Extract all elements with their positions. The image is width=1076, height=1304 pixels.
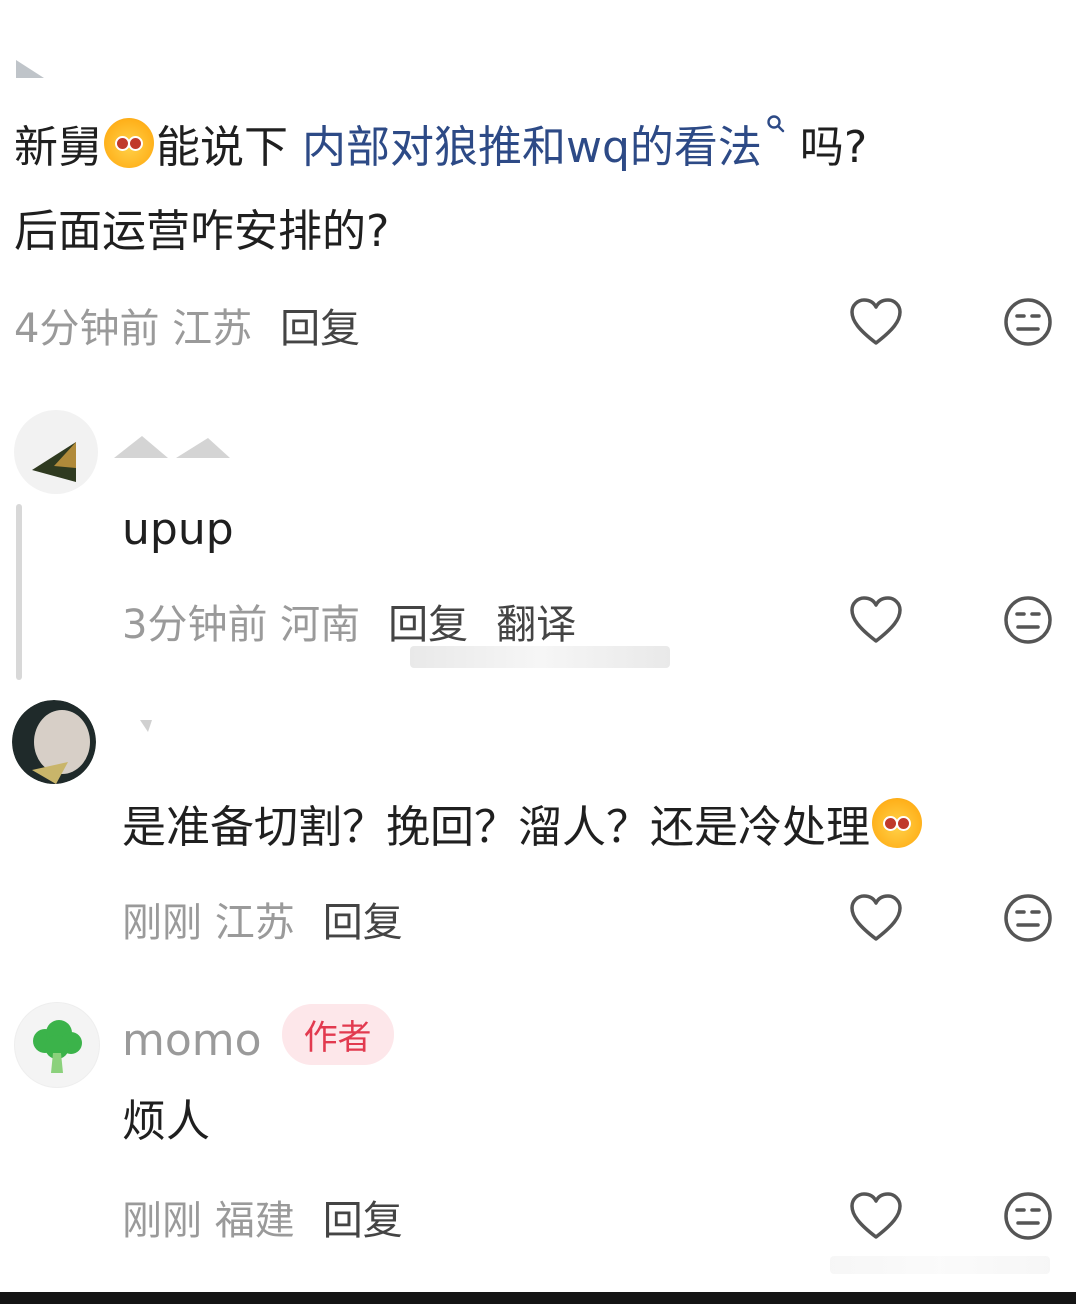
comment-2-meta: 3分钟前 河南 回复 翻译 xyxy=(122,592,576,650)
location: 江苏 xyxy=(214,900,295,946)
bottom-edge-bar xyxy=(0,1292,1076,1304)
timestamp: 刚刚 xyxy=(122,900,202,946)
dislike-button[interactable] xyxy=(998,888,1058,948)
comment-1-text-line1: 新舅 能说下 内部对狼推和wq的看法 吗? xyxy=(14,104,867,192)
translate-button[interactable]: 翻译 xyxy=(496,602,576,648)
search-link[interactable]: 内部对狼推和wq的看法 xyxy=(302,115,786,173)
blurred-strip xyxy=(410,646,670,668)
like-button[interactable] xyxy=(846,590,906,650)
heart-icon xyxy=(850,298,902,345)
comment-4-text: 烦人 xyxy=(122,1096,210,1147)
location: 江苏 xyxy=(172,306,253,352)
neutral-face-icon xyxy=(1004,894,1052,942)
timestamp: 4分钟前 xyxy=(14,306,160,352)
location: 河南 xyxy=(280,602,361,648)
comment-3-text: 是准备切割？挽回？溜人？还是冷处理 xyxy=(122,784,924,872)
heart-icon xyxy=(850,1192,902,1239)
dislike-button[interactable] xyxy=(998,590,1058,650)
avatar-partial xyxy=(14,58,54,82)
heart-icon xyxy=(850,894,902,941)
neutral-face-icon xyxy=(1004,596,1052,644)
like-button[interactable] xyxy=(846,888,906,948)
comment-2: upup 3分钟前 河南 回复 翻译 xyxy=(0,400,1076,690)
dislike-button[interactable] xyxy=(998,292,1058,352)
username[interactable]: momo xyxy=(122,1015,262,1066)
dislike-button[interactable] xyxy=(998,1186,1058,1246)
comment-3: 是准备切割？挽回？溜人？还是冷处理 刚刚 江苏 回复 xyxy=(0,690,1076,980)
reply-button[interactable]: 回复 xyxy=(388,602,468,648)
avatar[interactable] xyxy=(14,410,98,494)
comment-4: momo 作者 烦人 刚刚 福建 回复 xyxy=(0,996,1076,1286)
like-button[interactable] xyxy=(846,292,906,352)
comment-3-meta: 刚刚 江苏 回复 xyxy=(122,890,403,948)
comment-4-meta: 刚刚 福建 回复 xyxy=(122,1188,403,1246)
search-icon xyxy=(767,115,785,133)
smiling-face-emoji-icon xyxy=(104,118,154,168)
neutral-face-icon xyxy=(1004,1192,1052,1240)
comment-4-header: momo 作者 xyxy=(122,1004,394,1066)
smiling-face-emoji-icon xyxy=(872,798,922,848)
reply-button[interactable]: 回复 xyxy=(323,1198,403,1244)
username-obscured xyxy=(138,716,208,736)
reply-button[interactable]: 回复 xyxy=(280,306,360,352)
timestamp: 3分钟前 xyxy=(122,602,268,648)
heart-icon xyxy=(850,596,902,643)
like-button[interactable] xyxy=(846,1186,906,1246)
location: 福建 xyxy=(214,1198,295,1244)
username-obscured xyxy=(110,428,240,468)
watermark xyxy=(830,1256,1050,1282)
thread-line xyxy=(16,504,22,680)
author-badge: 作者 xyxy=(281,1004,394,1065)
neutral-face-icon xyxy=(1004,298,1052,346)
reply-button[interactable]: 回复 xyxy=(323,900,403,946)
broccoli-icon xyxy=(33,1020,82,1073)
comment-1-text-line2: 后面运营咋安排的? xyxy=(14,206,390,257)
avatar[interactable] xyxy=(12,700,96,784)
avatar[interactable] xyxy=(14,1002,100,1088)
timestamp: 刚刚 xyxy=(122,1198,202,1244)
comment-2-text: upup xyxy=(122,504,234,555)
comment-1-meta: 4分钟前 江苏 回复 xyxy=(14,296,360,354)
comment-1: 新舅 能说下 内部对狼推和wq的看法 吗? 后面运营咋安排的? 4分钟前 江苏 回复 xyxy=(0,40,1076,370)
